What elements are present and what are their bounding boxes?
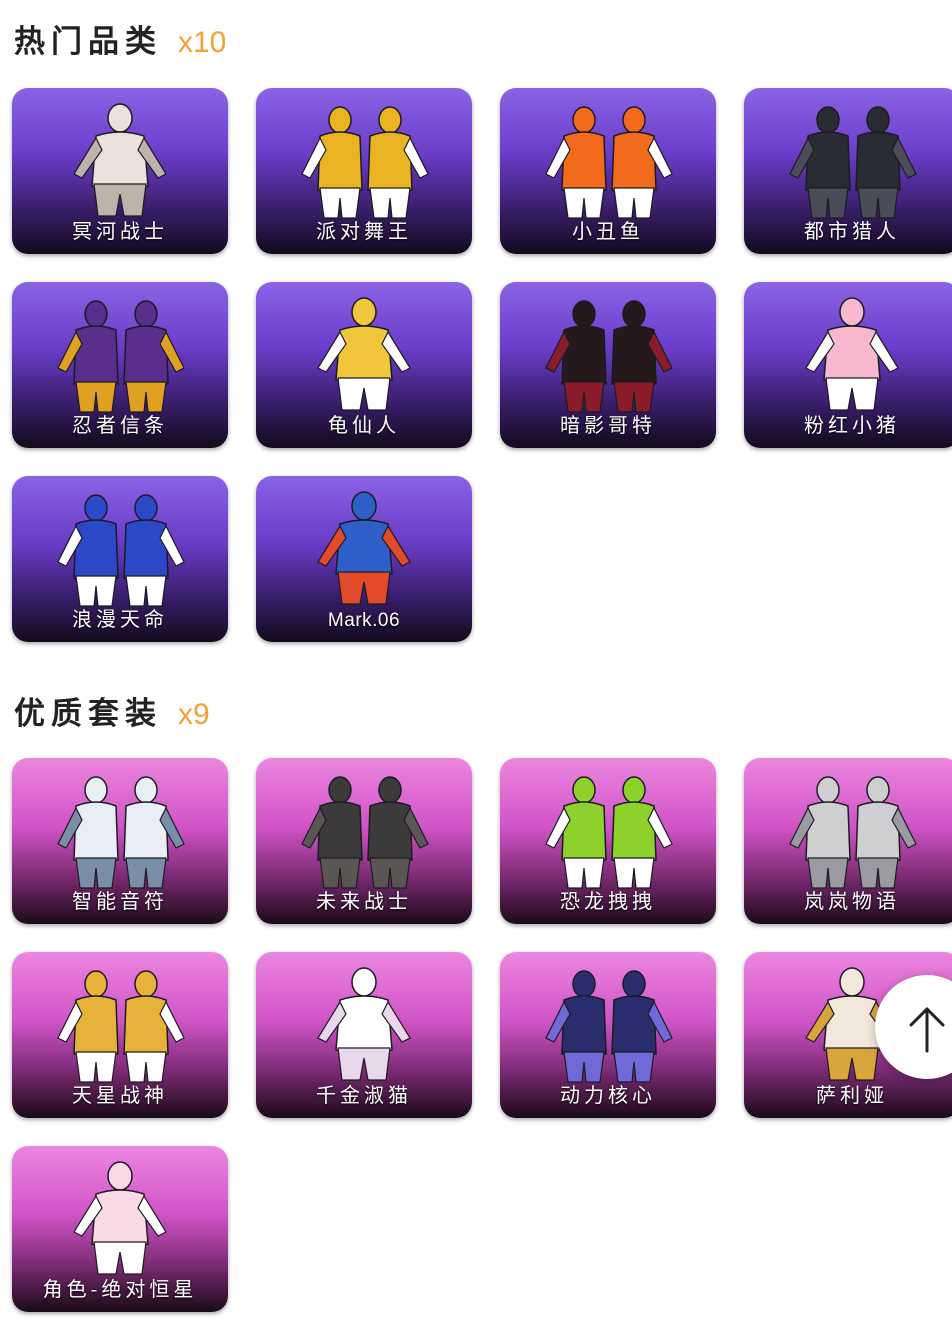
outfit-card[interactable]: 都市猎人 (744, 88, 952, 254)
power-core-outfit-image (500, 958, 716, 1084)
outfit-name: 千金淑猫 (316, 1083, 412, 1107)
outfit-card[interactable]: 忍者信条 (12, 282, 228, 448)
smart-note-outfit-image (12, 764, 228, 890)
outfit-name: 天星战神 (72, 1083, 168, 1107)
outfit-name: 忍者信条 (72, 413, 168, 437)
section-count: x9 (178, 698, 210, 731)
outfit-card[interactable]: Mark.06 (256, 476, 472, 642)
outfit-card[interactable]: 未来战士 (256, 758, 472, 924)
romance-outfit-image (12, 482, 228, 608)
section-title-quality-sets: 优质套装 x9 (14, 688, 210, 732)
outfit-card[interactable]: 千金淑猫 (256, 952, 472, 1118)
gray-tale-outfit-image (744, 764, 952, 890)
outfit-card[interactable]: 恐龙拽拽 (500, 758, 716, 924)
outfit-name: 粉红小猪 (804, 413, 900, 437)
outfit-name: 龟仙人 (328, 413, 400, 437)
gothic-outfit-image (500, 288, 716, 414)
section-title-text: 热门品类 (14, 24, 162, 60)
outfit-name: 恐龙拽拽 (560, 889, 656, 913)
outfit-card[interactable]: 动力核心 (500, 952, 716, 1118)
quality-set-grid: 智能音符 未来战士 恐龙拽拽 岚岚物语 天星战神 千金淑猫 动力核心 萨利娅 角… (12, 758, 952, 1312)
absolute-star-outfit-image (12, 1152, 228, 1278)
arrow-up-icon (909, 1007, 945, 1053)
outfit-name: Mark.06 (327, 610, 401, 631)
outfit-name: 小丑鱼 (572, 219, 644, 243)
future-warrior-outfit-image (256, 764, 472, 890)
outfit-name: 都市猎人 (804, 219, 900, 243)
outfit-name: 暗影哥特 (560, 413, 656, 437)
outfit-card[interactable]: 岚岚物语 (744, 758, 952, 924)
outfit-name: 浪漫天命 (72, 607, 168, 631)
mech-suit-outfit-image (256, 482, 472, 608)
gold-party-outfit-image (256, 94, 472, 220)
section-title-text: 优质套装 (14, 696, 162, 732)
outfit-name: 智能音符 (72, 889, 168, 913)
pink-pig-outfit-image (744, 288, 952, 414)
outfit-card[interactable]: 暗影哥特 (500, 282, 716, 448)
outfit-card[interactable]: 龟仙人 (256, 282, 472, 448)
turtle-hermit-outfit-image (256, 288, 472, 414)
ninja-outfit-image (12, 288, 228, 414)
mummy-outfit-image (12, 94, 228, 220)
outfit-name: 动力核心 (560, 1083, 656, 1107)
outfit-card[interactable]: 派对舞王 (256, 88, 472, 254)
section-title-hot-categories: 热门品类 x10 (14, 16, 226, 60)
dark-hunter-outfit-image (744, 94, 952, 220)
outfit-name: 萨利娅 (816, 1083, 888, 1107)
outfit-card[interactable]: 智能音符 (12, 758, 228, 924)
star-god-outfit-image (12, 958, 228, 1084)
outfit-name: 岚岚物语 (804, 889, 900, 913)
outfit-card[interactable]: 冥河战士 (12, 88, 228, 254)
outfit-card[interactable]: 角色-绝对恒星 (12, 1146, 228, 1312)
outfit-name: 角色-绝对恒星 (42, 1277, 198, 1301)
outfit-card[interactable]: 小丑鱼 (500, 88, 716, 254)
lady-cat-outfit-image (256, 958, 472, 1084)
section-count: x10 (178, 26, 227, 59)
outfit-name: 冥河战士 (72, 219, 168, 243)
clownfish-outfit-image (500, 94, 716, 220)
dinosaur-outfit-image (500, 764, 716, 890)
outfit-name: 派对舞王 (316, 219, 412, 243)
outfit-card[interactable]: 浪漫天命 (12, 476, 228, 642)
outfit-card[interactable]: 粉红小猪 (744, 282, 952, 448)
hot-category-grid: 冥河战士 派对舞王 小丑鱼 都市猎人 忍者信条 龟仙人 暗影哥特 粉红小猪 浪漫… (12, 88, 952, 642)
outfit-card[interactable]: 天星战神 (12, 952, 228, 1118)
outfit-name: 未来战士 (316, 889, 412, 913)
